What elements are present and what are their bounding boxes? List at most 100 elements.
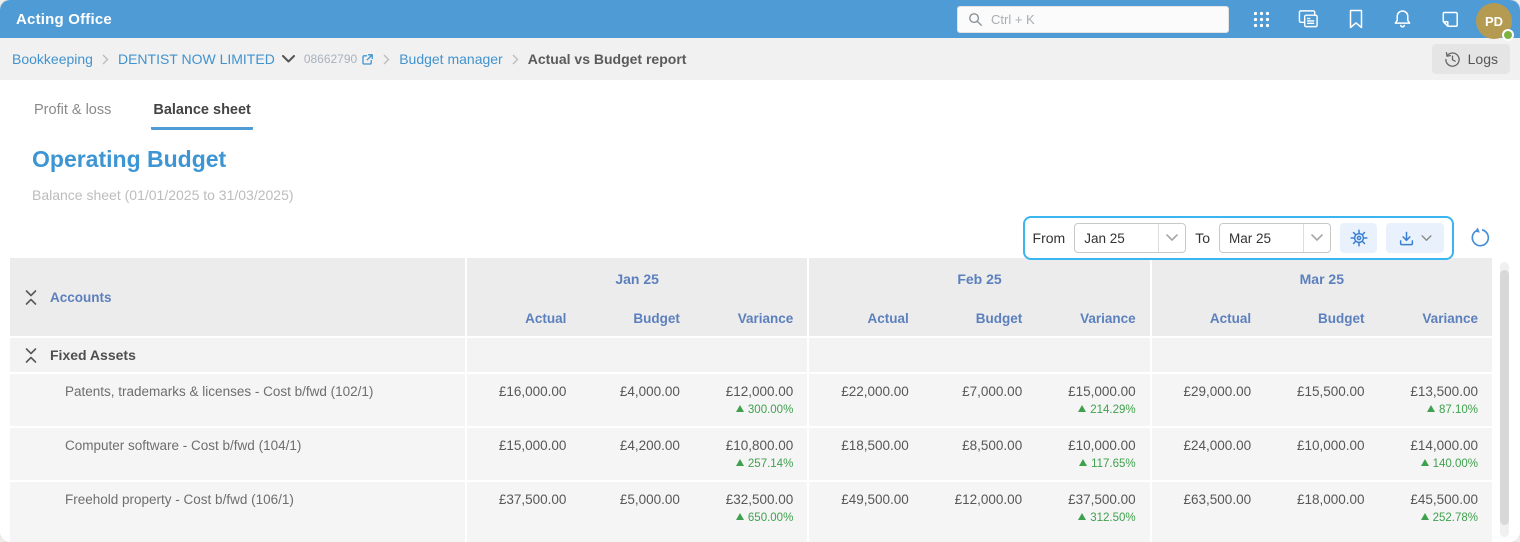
variance-value: £15,000.00 214.29% [1036,374,1149,426]
group-row-fixed-assets[interactable]: Fixed Assets [10,338,1492,372]
breadcrumb-company[interactable]: DENTIST NOW LIMITED [118,51,275,67]
vertical-scrollbar[interactable] [1500,262,1509,537]
budget-value: £8,500.00 [962,438,1023,453]
trend-up-icon [735,459,744,466]
col-header-actual[interactable]: Actual [467,311,580,326]
chevron-down-icon [1303,224,1330,252]
to-month-value: Mar 25 [1229,230,1272,246]
notifications-bell-icon[interactable] [1392,9,1413,30]
month-header-mar: Mar 25 [1149,258,1492,300]
budget-value: £15,500.00 [1296,384,1365,399]
apps-grid-icon[interactable] [1251,9,1272,30]
refresh-button[interactable] [1464,222,1496,254]
from-label: From [1032,230,1066,246]
search-input[interactable] [991,11,1218,27]
actual-value: £49,500.00 [841,492,909,507]
bookmark-icon[interactable] [1345,9,1366,30]
search-icon [968,12,983,27]
variance-percent: 312.50% [1050,512,1136,524]
col-header-budget[interactable]: Budget [923,311,1036,326]
breadcrumb-separator-icon [102,54,109,65]
breadcrumb-budget-manager[interactable]: Budget manager [399,51,503,67]
variance-value: £45,500.00 252.78% [1379,482,1492,542]
global-search[interactable] [957,5,1229,33]
trend-up-icon [735,513,744,520]
table-row: Computer software - Cost b/fwd (104/1) £… [10,428,1492,480]
page-subtitle: Balance sheet (01/01/2025 to 31/03/2025) [32,187,294,203]
breadcrumb-bookkeeping[interactable]: Bookkeeping [12,51,93,67]
variance-value: £12,000.00 300.00% [694,374,807,426]
variance-percent: 140.00% [1393,458,1478,470]
company-dropdown-chevron-icon[interactable] [281,55,295,63]
month-header-feb: Feb 25 [807,258,1149,300]
external-link-icon[interactable] [361,53,374,66]
chevron-down-icon [1158,224,1185,252]
budget-value: £18,000.00 [1296,492,1365,507]
actual-value: £24,000.00 [1183,438,1252,453]
col-header-variance[interactable]: Variance [694,311,807,326]
budget-value: £4,000.00 [619,384,680,399]
accounts-header-label[interactable]: Accounts [50,290,112,305]
col-header-budget[interactable]: Budget [580,311,693,326]
budget-value: £4,200.00 [619,438,680,453]
actual-value: £18,500.00 [841,438,909,453]
download-icon [1398,230,1415,247]
variance-value: £14,000.00 140.00% [1379,428,1492,480]
trend-up-icon [735,405,744,412]
gear-icon [1349,229,1368,247]
history-icon [1444,51,1461,68]
actual-vs-budget-table: Accounts Jan 25 Feb 25 Mar 25 Actual Bud… [10,258,1492,542]
col-header-variance[interactable]: Variance [1036,311,1149,326]
download-button[interactable] [1386,223,1444,253]
trend-up-icon [1420,459,1429,466]
account-name: Computer software - Cost b/fwd (104/1) [65,438,302,453]
variance-percent: 214.29% [1050,404,1136,416]
actual-value: £22,000.00 [841,384,909,399]
trend-up-icon [1079,459,1088,466]
budget-value: £10,000.00 [1296,438,1365,453]
actual-value: £15,000.00 [498,438,567,453]
table-row: Freehold property - Cost b/fwd (106/1) £… [10,482,1492,542]
trend-up-icon [1426,405,1435,412]
from-month-select[interactable]: Jan 25 [1074,223,1187,253]
sticky-note-icon[interactable] [1439,9,1460,30]
from-month-value: Jan 25 [1084,230,1125,246]
tab-balance-sheet[interactable]: Balance sheet [151,102,253,130]
account-name: Patents, trademarks & licenses - Cost b/… [65,384,374,399]
app-window: Acting Office Ctrl + K PD Bookkeeping DE… [0,0,1520,542]
collapse-all-icon[interactable] [25,289,37,306]
variance-value: £10,000.00 117.65% [1036,428,1149,480]
actual-value: £63,500.00 [1183,492,1252,507]
breadcrumb-separator-icon [383,54,390,65]
table-header: Accounts Jan 25 Feb 25 Mar 25 Actual Bud… [10,258,1492,336]
to-label: To [1195,230,1210,246]
settings-button[interactable] [1340,223,1377,253]
budget-value: £12,000.00 [954,492,1023,507]
scrollbar-thumb[interactable] [1500,270,1509,525]
breadcrumb-separator-icon [512,54,519,65]
col-header-variance[interactable]: Variance [1379,311,1492,326]
to-month-select[interactable]: Mar 25 [1219,223,1331,253]
download-options-chevron-icon[interactable] [1421,234,1432,242]
variance-percent: 252.78% [1393,512,1478,524]
group-label: Fixed Assets [50,347,136,363]
col-header-actual[interactable]: Actual [1152,311,1265,326]
period-filter-box: From Jan 25 To Mar 25 [1022,216,1454,260]
table-row: Patents, trademarks & licenses - Cost b/… [10,374,1492,426]
variance-percent: 117.65% [1050,458,1136,470]
tab-profit-and-loss[interactable]: Profit & loss [32,102,113,130]
refresh-icon [1469,227,1491,249]
col-header-budget[interactable]: Budget [1265,311,1378,326]
company-number: 08662790 [303,52,358,66]
budget-value: £7,000.00 [962,384,1023,399]
logs-button[interactable]: Logs [1431,44,1510,74]
avatar[interactable]: PD [1476,3,1514,41]
breadcrumb: Bookkeeping DENTIST NOW LIMITED 08662790… [0,38,1520,80]
variance-value: £37,500.00 312.50% [1036,482,1149,542]
col-header-actual[interactable]: Actual [809,311,922,326]
collapse-group-icon[interactable] [25,347,37,364]
variance-percent: 650.00% [708,512,793,524]
trend-up-icon [1078,513,1087,520]
variance-value: £32,500.00 650.00% [694,482,807,542]
app-window-icon[interactable] [1298,9,1319,30]
